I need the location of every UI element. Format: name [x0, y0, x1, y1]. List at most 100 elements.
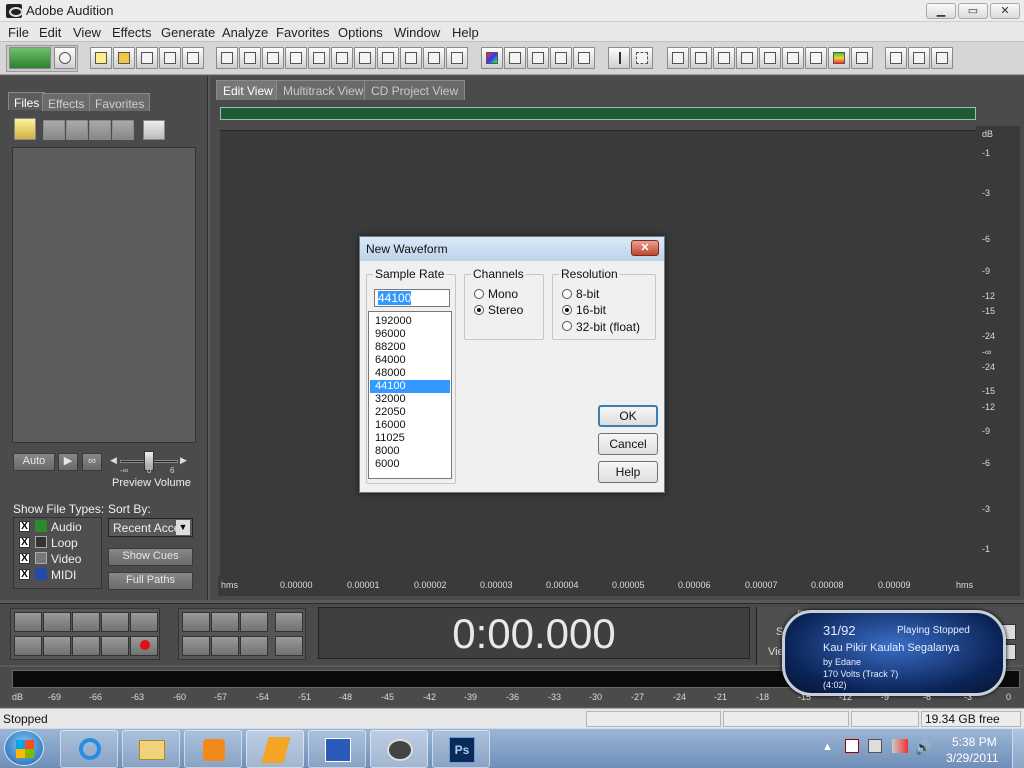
tab-files[interactable]: Files [8, 92, 46, 110]
sample-rate-option[interactable]: 88200 [370, 341, 450, 354]
save-icon[interactable] [136, 47, 158, 69]
close-file-icon[interactable] [66, 120, 88, 140]
media-player-widget[interactable]: 31/92 Playing Stopped Kau Pikir Kaulah S… [782, 610, 1006, 696]
minimize-button[interactable]: ▁ [926, 3, 956, 19]
menu-analyze[interactable]: Analyze [222, 25, 268, 40]
save-as-icon[interactable] [159, 47, 181, 69]
paste-icon[interactable] [308, 47, 330, 69]
show-cues-button[interactable]: Show Cues [108, 548, 193, 566]
scissors-icon[interactable] [331, 47, 353, 69]
sample-rate-option[interactable]: 96000 [370, 328, 450, 341]
files-panel-icon[interactable] [667, 47, 689, 69]
insert-multitrack-icon[interactable] [112, 120, 134, 140]
sample-rate-option[interactable]: 22050 [370, 406, 450, 419]
sample-rate-option[interactable]: 16000 [370, 419, 450, 432]
slider-left-arrow-icon[interactable]: ◀ [110, 455, 117, 466]
radio-32-bit-float[interactable] [562, 321, 572, 331]
help-button[interactable]: Help [598, 461, 658, 483]
radio-stereo[interactable] [474, 305, 484, 315]
sample-rate-list[interactable]: 192000 96000 88200 64000 48000 44100 32000 2205… [368, 311, 452, 479]
tray-flag-icon[interactable] [845, 739, 859, 753]
show-desktop-button[interactable] [1012, 729, 1024, 768]
help-icon[interactable] [931, 47, 953, 69]
time-panel-icon[interactable] [782, 47, 804, 69]
open-file-icon[interactable] [14, 118, 36, 140]
sample-rate-option[interactable]: 44100 [370, 380, 450, 393]
full-paths-button[interactable]: Full Paths [108, 572, 193, 590]
script-icon[interactable] [908, 47, 930, 69]
auto-button[interactable]: Auto [13, 453, 55, 471]
waveform-view-icon[interactable] [527, 47, 549, 69]
menu-edit[interactable]: Edit [39, 25, 61, 40]
level-meter-icon[interactable] [828, 47, 850, 69]
edit-view-icon[interactable] [9, 47, 51, 69]
cut-icon[interactable] [262, 47, 284, 69]
file-options-icon[interactable] [143, 120, 165, 140]
winamp-icon[interactable] [246, 730, 304, 768]
selection-panel-icon[interactable] [805, 47, 827, 69]
rewind-button[interactable] [43, 636, 71, 656]
tools-icon[interactable] [885, 47, 907, 69]
photoshop-icon[interactable]: Ps [432, 730, 490, 768]
close-button[interactable]: ✕ [990, 3, 1020, 19]
zoom-full-icon[interactable] [240, 612, 268, 632]
menu-effects[interactable]: Effects [112, 25, 152, 40]
slider-right-arrow-icon[interactable]: ▶ [180, 455, 187, 466]
explorer-folder-icon[interactable] [122, 730, 180, 768]
tab-cd-project-view[interactable]: CD Project View [364, 80, 466, 100]
maximize-button[interactable]: ▭ [958, 3, 988, 19]
loop-preview-icon[interactable]: ∞ [82, 453, 102, 471]
sample-rate-option[interactable]: 11025 [370, 432, 450, 445]
go-to-end-button[interactable] [101, 636, 129, 656]
stop-button[interactable] [14, 612, 42, 632]
chevron-down-icon[interactable]: ▼ [176, 520, 190, 535]
zoom-panel-icon[interactable] [759, 47, 781, 69]
sample-rate-option[interactable]: 64000 [370, 354, 450, 367]
tray-volume-icon[interactable]: 🔊 [915, 740, 931, 756]
word-icon[interactable] [308, 730, 366, 768]
paste-new-icon[interactable] [354, 47, 376, 69]
zoom-left-icon[interactable] [211, 636, 239, 656]
tab-effects[interactable]: Effects [42, 93, 91, 111]
spectral-icon[interactable] [481, 47, 503, 69]
spectral-view-icon[interactable] [550, 47, 572, 69]
tray-device-icon[interactable] [868, 739, 882, 753]
trim-icon[interactable] [400, 47, 422, 69]
adobe-audition-taskbar-icon[interactable] [370, 730, 428, 768]
check-icon[interactable] [504, 47, 526, 69]
zoom-in-vertical-icon[interactable] [275, 612, 303, 632]
play-to-end-button[interactable] [101, 612, 129, 632]
silence-icon[interactable] [423, 47, 445, 69]
copy-icon[interactable] [285, 47, 307, 69]
loop-button[interactable] [130, 612, 158, 632]
clock-time[interactable]: 5:38 PM [952, 735, 997, 749]
dialog-close-icon[interactable]: ✕ [631, 240, 659, 256]
clock-date[interactable]: 3/29/2011 [946, 751, 999, 765]
checkbox-video[interactable]: X [19, 553, 30, 564]
sample-rate-option[interactable]: 6000 [370, 458, 450, 471]
cancel-button[interactable]: Cancel [598, 433, 658, 455]
sample-rate-option[interactable]: 8000 [370, 445, 450, 458]
radio-8-bit[interactable] [562, 289, 572, 299]
tab-multitrack-view[interactable]: Multitrack View [276, 80, 371, 100]
zoom-selection-icon[interactable] [182, 636, 210, 656]
zoom-in-icon[interactable] [182, 612, 210, 632]
sample-rate-option[interactable]: 32000 [370, 393, 450, 406]
radio-mono[interactable] [474, 289, 484, 299]
checkbox-audio[interactable]: X [19, 521, 30, 532]
go-to-start-button[interactable] [14, 636, 42, 656]
tray-chevron-up-icon[interactable]: ▲ [822, 741, 833, 753]
key-icon[interactable] [446, 47, 468, 69]
zoom-out-icon[interactable] [211, 612, 239, 632]
zoom-right-icon[interactable] [240, 636, 268, 656]
play-preview-icon[interactable]: ▶ [58, 453, 78, 471]
menu-help[interactable]: Help [452, 25, 479, 40]
redo-icon[interactable] [239, 47, 261, 69]
media-player-icon[interactable] [184, 730, 242, 768]
file-list[interactable] [12, 147, 196, 443]
play-button[interactable] [43, 612, 71, 632]
fast-forward-button[interactable] [72, 636, 100, 656]
zoom-out-vertical-icon[interactable] [275, 636, 303, 656]
transport-panel-icon[interactable] [736, 47, 758, 69]
radio-16-bit[interactable] [562, 305, 572, 315]
